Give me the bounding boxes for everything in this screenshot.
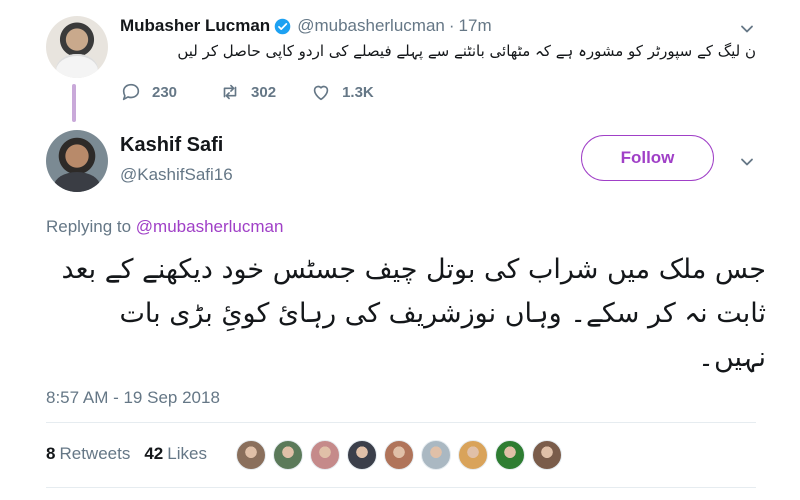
liker-avatar-7[interactable] bbox=[458, 440, 488, 470]
author-name[interactable]: Kashif Safi bbox=[120, 134, 223, 157]
author-avatar[interactable] bbox=[46, 130, 108, 192]
divider bbox=[46, 422, 756, 423]
chevron-down-icon[interactable] bbox=[740, 22, 754, 36]
retweet-icon bbox=[223, 84, 237, 100]
liker-avatar-8[interactable] bbox=[495, 440, 525, 470]
parent-tweet-time[interactable]: 17m bbox=[459, 16, 492, 36]
retweets-stat-count: 8 bbox=[46, 444, 56, 463]
verified-badge-icon bbox=[274, 18, 291, 34]
likes-stat-label: Likes bbox=[167, 444, 207, 463]
likes-stat-link[interactable]: 42 Likes bbox=[144, 444, 207, 464]
liker-avatar-3[interactable] bbox=[310, 440, 340, 470]
parent-author-avatar[interactable] bbox=[46, 16, 108, 78]
parent-author-handle[interactable]: @mubasherlucman bbox=[297, 16, 445, 36]
parent-tweet-header: Mubasher Lucman @mubasherlucman · 17m bbox=[120, 14, 492, 38]
parent-tweet-actions: 230 302 1.3K bbox=[120, 80, 404, 104]
likes-stat-count: 42 bbox=[144, 444, 164, 463]
chevron-down-icon[interactable] bbox=[740, 155, 754, 169]
liker-avatars bbox=[236, 440, 569, 472]
tweet-stats: 8 Retweets 42 Likes bbox=[46, 444, 221, 464]
retweets-stat-label: Retweets bbox=[59, 444, 131, 463]
liker-avatar-6[interactable] bbox=[421, 440, 451, 470]
thread-connector-line bbox=[72, 84, 76, 122]
liker-avatar-5[interactable] bbox=[384, 440, 414, 470]
reply-button[interactable]: 230 bbox=[120, 81, 177, 103]
liker-avatar-9[interactable] bbox=[532, 440, 562, 470]
parent-tweet[interactable]: Mubasher Lucman @mubasherlucman · 17m ن … bbox=[0, 0, 800, 122]
header-separator: · bbox=[448, 16, 455, 35]
replying-to-mention-link[interactable]: @mubasherlucman bbox=[136, 217, 284, 236]
replying-to-line: Replying to @mubasherlucman bbox=[46, 217, 283, 237]
retweet-button[interactable]: 302 bbox=[219, 81, 276, 103]
tweet-timestamp[interactable]: 8:57 AM - 19 Sep 2018 bbox=[46, 388, 220, 408]
divider bbox=[46, 487, 756, 488]
parent-author-name[interactable]: Mubasher Lucman bbox=[120, 16, 270, 36]
liker-avatar-4[interactable] bbox=[347, 440, 377, 470]
replying-to-prefix: Replying to bbox=[46, 217, 132, 236]
liker-avatar-1[interactable] bbox=[236, 440, 266, 470]
like-button[interactable]: 1.3K bbox=[310, 81, 374, 103]
retweet-count: 302 bbox=[251, 83, 277, 101]
reply-count: 230 bbox=[152, 83, 178, 101]
parent-tweet-text: ن لیگ کے سپورٹر کو مشورہ ہے کہ مٹھائی با… bbox=[177, 42, 756, 60]
author-handle[interactable]: @KashifSafi16 bbox=[120, 165, 233, 185]
liker-avatar-2[interactable] bbox=[273, 440, 303, 470]
heart-icon bbox=[313, 85, 329, 101]
tweet-text: جس ملک میں شراب کی بوتل چیف جسٹس خود دیک… bbox=[61, 254, 766, 373]
follow-button[interactable]: Follow bbox=[581, 135, 714, 181]
like-count: 1.3K bbox=[342, 83, 374, 101]
reply-icon bbox=[122, 83, 140, 101]
retweets-stat-link[interactable]: 8 Retweets bbox=[46, 444, 130, 464]
